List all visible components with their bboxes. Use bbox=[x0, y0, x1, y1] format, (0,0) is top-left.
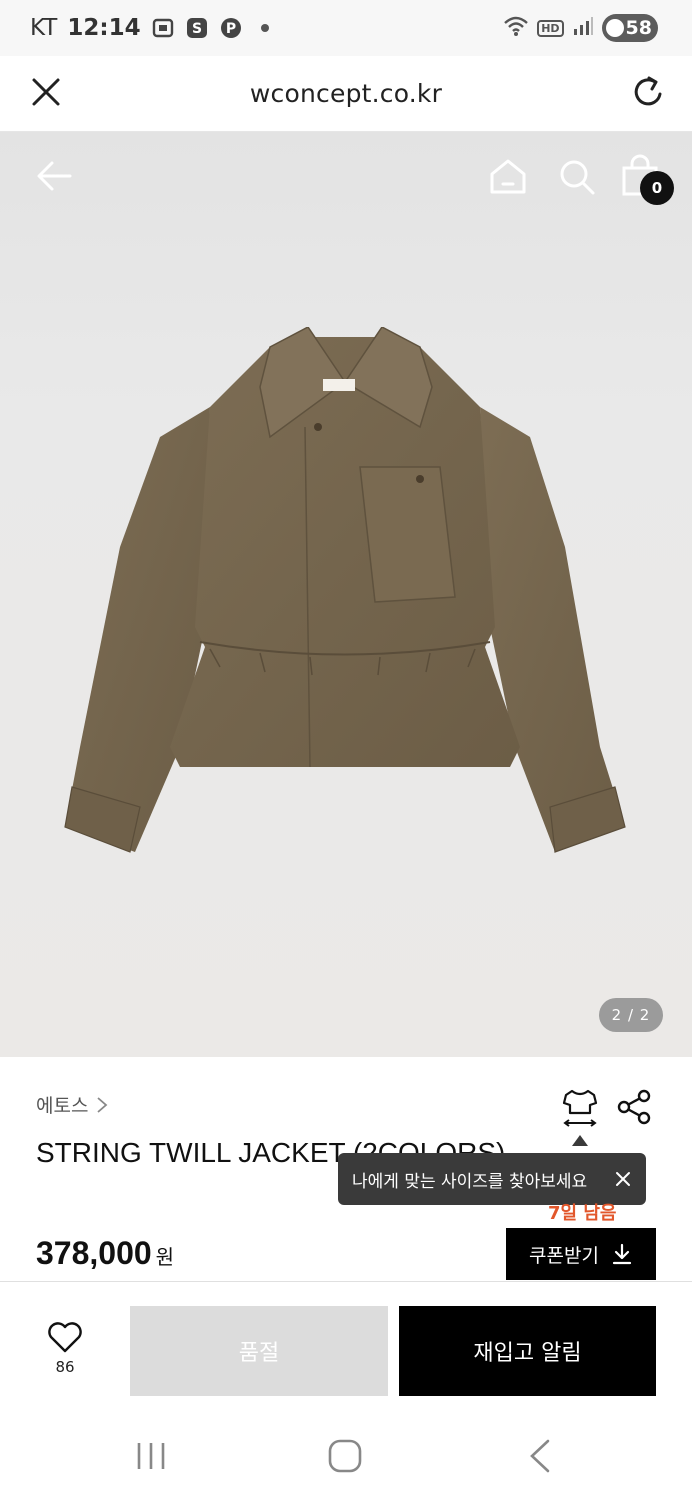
browser-bar: wconcept.co.kr bbox=[0, 56, 692, 132]
coupon-label: 쿠폰받기 bbox=[529, 1244, 599, 1267]
tooltip-arrow bbox=[572, 1135, 588, 1146]
home-button-icon[interactable] bbox=[326, 1437, 364, 1475]
close-icon[interactable] bbox=[28, 74, 64, 110]
get-coupon-button[interactable]: 쿠폰받기 bbox=[506, 1228, 656, 1280]
carrier: KT bbox=[30, 15, 58, 41]
status-left: KT 12:14 S P bbox=[30, 15, 277, 41]
close-icon[interactable] bbox=[614, 1170, 632, 1188]
battery-leaf-icon bbox=[605, 19, 624, 37]
home-icon[interactable] bbox=[488, 156, 528, 196]
pinterest-icon: P bbox=[219, 16, 243, 40]
back-arrow-icon[interactable] bbox=[34, 156, 74, 196]
status-bar: KT 12:14 S P HD 58 bbox=[0, 0, 692, 56]
product-image-carousel[interactable]: 0 2 / 2 bbox=[0, 132, 692, 1057]
bottom-action-bar: 86 품절 재입고 알림 bbox=[0, 1281, 692, 1411]
search-icon[interactable] bbox=[556, 156, 596, 196]
tooltip-text: 나에게 맞는 사이즈를 찾아보세요 bbox=[352, 1171, 588, 1192]
soldout-button: 품절 bbox=[130, 1306, 388, 1396]
recent-apps-icon[interactable] bbox=[133, 1439, 169, 1473]
chevron-right-icon bbox=[97, 1096, 108, 1113]
size-guide-icon[interactable] bbox=[560, 1087, 600, 1127]
share-icon[interactable] bbox=[614, 1087, 654, 1127]
image-page-indicator: 2 / 2 bbox=[599, 998, 663, 1032]
brand-name: 에토스 bbox=[36, 1095, 89, 1117]
like-button[interactable]: 86 bbox=[36, 1322, 94, 1376]
hd-icon: HD bbox=[537, 19, 564, 37]
restock-alert-button[interactable]: 재입고 알림 bbox=[399, 1306, 656, 1396]
price-amount: 378,000 bbox=[36, 1235, 152, 1271]
battery-level: 58 bbox=[625, 17, 652, 39]
coupon-days-left: 7일 남음 bbox=[548, 1203, 617, 1224]
size-tooltip: 나에게 맞는 사이즈를 찾아보세요 bbox=[338, 1153, 646, 1205]
price-currency: 원 bbox=[155, 1245, 175, 1269]
price: 378,000 원 bbox=[36, 1235, 174, 1272]
product-photo bbox=[64, 327, 626, 853]
cart-count-badge: 0 bbox=[640, 171, 674, 205]
brand-link[interactable]: 에토스 bbox=[36, 1091, 108, 1118]
s-app-icon: S bbox=[185, 16, 209, 40]
battery-indicator: 58 bbox=[601, 14, 658, 42]
reload-icon[interactable] bbox=[628, 72, 668, 112]
status-right: HD 58 bbox=[503, 14, 658, 42]
screenshot-icon bbox=[151, 16, 175, 40]
svg-text:P: P bbox=[225, 21, 235, 37]
clock: 12:14 bbox=[67, 15, 141, 41]
download-icon bbox=[612, 1243, 632, 1265]
like-count: 86 bbox=[55, 1358, 75, 1376]
heart-icon bbox=[48, 1322, 82, 1353]
signal-icon bbox=[572, 15, 594, 41]
back-chevron-icon[interactable] bbox=[524, 1437, 554, 1475]
wifi-icon bbox=[503, 15, 529, 41]
browser-url[interactable]: wconcept.co.kr bbox=[250, 79, 442, 108]
notification-dot-icon bbox=[253, 16, 277, 40]
svg-text:S: S bbox=[192, 21, 202, 37]
system-navigation-bar bbox=[0, 1411, 692, 1500]
